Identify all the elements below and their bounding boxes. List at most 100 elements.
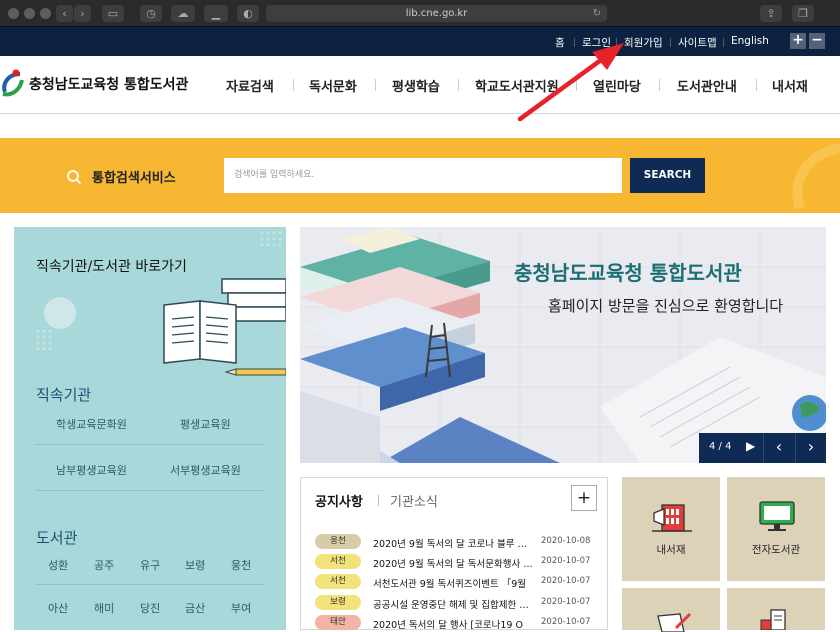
forward-button[interactable]: › bbox=[74, 5, 91, 22]
tab-agency-news[interactable]: 기관소식 bbox=[390, 491, 438, 510]
notice-title[interactable]: 2020년 9월 독서의 달 코로나 블루 극복 bbox=[373, 536, 533, 550]
library-link[interactable]: 아산 bbox=[48, 600, 68, 616]
sidebar-icon[interactable]: ▭ bbox=[102, 5, 124, 22]
list-item[interactable]: 보령 공공시설 운영중단 해제 및 집합제한 안내 2020-10-07 bbox=[315, 595, 601, 611]
ebook-library-tile[interactable]: 전자도서관 bbox=[727, 477, 825, 581]
divider bbox=[616, 38, 617, 47]
banner-subtitle: 홈페이지 방문을 진심으로 환영합니다 bbox=[548, 297, 784, 315]
gnb-item-library-info[interactable]: 도서관안내 bbox=[677, 76, 737, 95]
link-south-lifelong-center[interactable]: 남부평생교육원 bbox=[56, 462, 127, 478]
logo-icon bbox=[2, 69, 24, 97]
reload-icon[interactable]: ↻ bbox=[593, 5, 601, 22]
gnb-item-search[interactable]: 자료검색 bbox=[226, 76, 274, 95]
search-input[interactable]: 검색어를 입력하세요. bbox=[224, 158, 622, 193]
library-link[interactable]: 성환 bbox=[48, 557, 68, 573]
notice-title[interactable]: 2020년 독서의 달 행사 [코로나19 O bbox=[373, 617, 533, 631]
document-pen-icon bbox=[657, 612, 692, 632]
divider bbox=[36, 490, 264, 491]
notice-date: 2020-10-07 bbox=[541, 576, 591, 586]
address-bar[interactable]: lib.cne.go.kr ↻ bbox=[266, 5, 607, 22]
tab-notices[interactable]: 공지사항 bbox=[315, 491, 363, 510]
ebook-library-label: 전자도서관 bbox=[751, 544, 801, 556]
computer-monitor-icon bbox=[759, 501, 795, 531]
my-library-label: 내서재 bbox=[656, 544, 686, 556]
notice-title[interactable]: 2020년 9월 독서의 달 독서문화행사 안내 bbox=[373, 556, 533, 570]
divider bbox=[293, 79, 294, 91]
search-icon bbox=[67, 170, 82, 185]
tabs-overview-icon[interactable]: ❐ bbox=[792, 5, 814, 22]
notice-title[interactable]: 서천도서관 9월 독서퀴즈이벤트 「9월 bbox=[373, 576, 533, 590]
notice-board: 공지사항 기관소식 + 웅천 2020년 9월 독서의 달 코로나 블루 극복 … bbox=[300, 477, 608, 631]
download-icon[interactable]: ▁ bbox=[204, 5, 228, 22]
library-link[interactable]: 유구 bbox=[140, 557, 160, 573]
decorative-logo-watermark bbox=[792, 143, 840, 210]
section-title-libraries: 도서관 bbox=[36, 529, 78, 547]
divider bbox=[756, 79, 757, 91]
back-button[interactable]: ‹ bbox=[56, 5, 73, 22]
status-badge: 웅천 bbox=[315, 534, 361, 549]
login-link[interactable]: 로그인 bbox=[582, 35, 611, 50]
gnb-item-open-forum[interactable]: 열린마당 bbox=[593, 76, 641, 95]
share-icon[interactable]: ⇪ bbox=[760, 5, 782, 22]
list-item[interactable]: 태안 2020년 독서의 달 행사 [코로나19 O 2020-10-07 bbox=[315, 615, 601, 631]
my-library-tile[interactable]: 내서재 bbox=[622, 477, 720, 581]
zoom-out-button[interactable]: − bbox=[809, 33, 825, 49]
history-icon[interactable]: ◷ bbox=[140, 5, 162, 22]
gnb-item-school-library[interactable]: 학교도서관지원 bbox=[475, 76, 559, 95]
notice-date: 2020-10-08 bbox=[541, 536, 591, 546]
library-link[interactable]: 금산 bbox=[185, 600, 205, 616]
divider bbox=[576, 79, 577, 91]
library-link[interactable]: 공주 bbox=[94, 557, 114, 573]
list-item[interactable]: 서천 2020년 9월 독서의 달 독서문화행사 안내 2020-10-07 bbox=[315, 554, 601, 570]
status-badge: 서천 bbox=[315, 574, 361, 589]
window-zoom-icon[interactable] bbox=[40, 8, 51, 19]
clipboard-icon bbox=[760, 609, 786, 630]
divider bbox=[659, 79, 660, 91]
notice-date: 2020-10-07 bbox=[541, 617, 591, 627]
divider bbox=[723, 38, 724, 47]
divider bbox=[670, 38, 671, 47]
window-minimize-icon[interactable] bbox=[24, 8, 35, 19]
banner-title: 충청남도교육청 통합도서관 bbox=[514, 261, 742, 285]
quick-tile[interactable] bbox=[727, 588, 825, 630]
library-link[interactable]: 웅천 bbox=[231, 557, 251, 573]
list-item[interactable]: 웅천 2020년 9월 독서의 달 코로나 블루 극복 2020-10-08 bbox=[315, 534, 601, 550]
link-west-lifelong-center[interactable]: 서부평생교육원 bbox=[170, 462, 241, 478]
notice-title[interactable]: 공공시설 운영중단 해제 및 집합제한 안내 bbox=[373, 597, 533, 611]
zoom-in-button[interactable]: + bbox=[790, 33, 806, 49]
utility-bar: 홈 로그인 회원가입 사이트맵 English + − bbox=[0, 27, 840, 56]
signup-link[interactable]: 회원가입 bbox=[624, 35, 663, 50]
library-link[interactable]: 해미 bbox=[94, 600, 114, 616]
gnb-item-reading[interactable]: 독서문화 bbox=[309, 76, 357, 95]
prev-slide-icon[interactable]: ‹ bbox=[763, 433, 794, 463]
library-link[interactable]: 당진 bbox=[140, 600, 160, 616]
library-link[interactable]: 부여 bbox=[231, 600, 251, 616]
sitemap-link[interactable]: 사이트맵 bbox=[678, 35, 717, 50]
open-book-illustration bbox=[36, 231, 286, 376]
gnb-item-lifelong-learning[interactable]: 평생학습 bbox=[392, 76, 440, 95]
search-button[interactable]: SEARCH bbox=[630, 158, 705, 193]
status-badge: 보령 bbox=[315, 595, 361, 610]
banner-counter: 4 / 4 bbox=[709, 441, 732, 452]
bookshelf-icon bbox=[652, 504, 692, 532]
library-link[interactable]: 보령 bbox=[185, 557, 205, 573]
more-button[interactable]: + bbox=[571, 485, 597, 511]
cloud-icon[interactable]: ☁ bbox=[171, 5, 195, 22]
divider bbox=[375, 79, 376, 91]
link-lifelong-education-center[interactable]: 평생교육원 bbox=[180, 416, 231, 432]
play-icon[interactable]: ▶ bbox=[746, 439, 755, 453]
main-banner[interactable]: 충청남도교육청 통합도서관 홈페이지 방문을 진심으로 환영합니다 4 / 4 … bbox=[300, 227, 826, 463]
english-link[interactable]: English bbox=[731, 35, 769, 47]
list-item[interactable]: 서천 서천도서관 9월 독서퀴즈이벤트 「9월 2020-10-07 bbox=[315, 574, 601, 590]
tab-divider bbox=[378, 495, 379, 506]
shortcut-panel: 직속기관/도서관 바로가기 직속기관 학생교육문화원 평생교육원 남부평생교육원… bbox=[14, 227, 286, 630]
next-slide-icon[interactable]: › bbox=[795, 433, 826, 463]
search-label: 통합검색서비스 bbox=[92, 171, 176, 186]
window-close-icon[interactable] bbox=[8, 8, 19, 19]
home-link[interactable]: 홈 bbox=[555, 35, 565, 50]
quick-tile[interactable] bbox=[622, 588, 720, 632]
privacy-shield-icon[interactable]: ◐ bbox=[237, 5, 259, 22]
site-logo[interactable]: 충청남도교육청 통합도서관 bbox=[0, 68, 200, 100]
link-student-culture-center[interactable]: 학생교육문화원 bbox=[56, 416, 127, 432]
gnb-item-my-library[interactable]: 내서재 bbox=[772, 76, 808, 95]
